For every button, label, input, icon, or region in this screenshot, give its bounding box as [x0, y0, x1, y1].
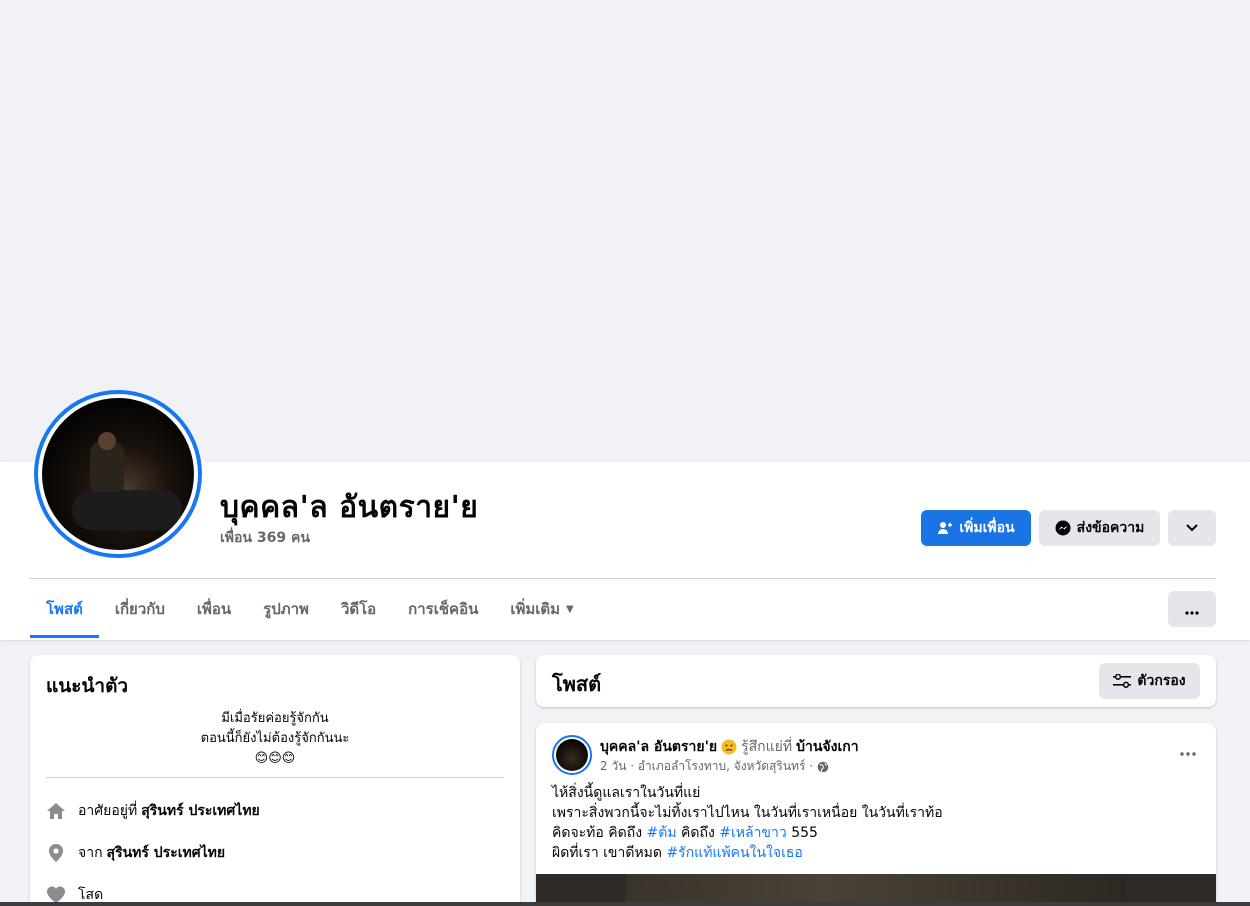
tab-photos[interactable]: รูปภาพ	[247, 580, 325, 638]
more-dots-icon	[1180, 741, 1196, 760]
add-friend-button[interactable]: เพิ่มเพื่อน	[921, 510, 1031, 546]
post-feeling: รู้สึกแย่ที่	[741, 739, 793, 755]
posts-title: โพสต์	[552, 672, 602, 696]
post-author-name[interactable]: บุคคล'ล อันตราย'ย	[600, 736, 717, 758]
more-dots-icon	[1185, 600, 1199, 619]
post-options-button[interactable]	[1180, 741, 1196, 760]
tab-friends[interactable]: เพื่อน	[181, 580, 247, 638]
messenger-icon	[1055, 520, 1071, 536]
send-message-button[interactable]: ส่งข้อความ	[1039, 510, 1160, 546]
header-divider	[30, 578, 1216, 579]
profile-name: บุคคล'ล อันตราย'ย	[220, 490, 479, 525]
post-meta: 2 วัน · อำเภอลำโรงทาบ, จังหวัดสุรินทร์ ·	[600, 757, 829, 776]
post-author-avatar[interactable]	[552, 735, 592, 775]
post-text: ไห้สิ่งนี้ดูแลเราในวันที่แย่ เพราะสิ่งพว…	[552, 785, 943, 861]
hashtag-link[interactable]: #เหล้าขาว	[719, 825, 786, 841]
profile-avatar[interactable]	[34, 390, 202, 558]
intro-title: แนะนำตัว	[46, 675, 129, 697]
avatar-photo	[42, 398, 194, 550]
sad-face-icon	[721, 739, 737, 755]
hashtag-link[interactable]: #รักแท้แพ้คนในใจเธอ	[666, 845, 802, 861]
profile-tabs: โพสต์ เกี่ยวกับ เพื่อน รูปภาพ วิดีโอ การ…	[30, 580, 590, 638]
chevron-down-icon	[1186, 520, 1198, 536]
intro-card: แนะนำตัว มีเมื่อรัยค่อยรู้จักกัน ตอนนี้ก…	[30, 655, 520, 906]
tab-about[interactable]: เกี่ยวกับ	[99, 580, 181, 638]
tab-checkins[interactable]: การเช็คอิน	[392, 580, 494, 638]
intro-divider	[46, 777, 504, 778]
caret-down-icon: ▼	[566, 603, 574, 615]
filter-button[interactable]: ตัวกรอง	[1099, 663, 1200, 699]
globe-icon	[817, 761, 829, 773]
bottom-edge	[0, 902, 1250, 906]
post-card: บุคคล'ล อันตราย'ย รู้สึกแย่ที่ บ้านจังเก…	[536, 723, 1216, 906]
bio: มีเมื่อรัยค่อยรู้จักกัน ตอนนี้ก็ยังไม่ต้…	[200, 711, 350, 766]
posts-header-card: โพสต์ ตัวกรอง	[536, 655, 1216, 707]
location-pin-icon	[46, 843, 66, 863]
friends-count[interactable]: เพื่อน 369 คน	[220, 527, 310, 549]
filter-sliders-icon	[1113, 674, 1132, 688]
cover-photo[interactable]	[0, 4, 1250, 462]
add-friend-icon	[937, 520, 953, 536]
tabs-more-button[interactable]	[1168, 591, 1216, 627]
cover-area	[0, 0, 1250, 462]
from-row: จาก สุรินทร์ ประเทศไทย	[46, 842, 225, 864]
lives-in-link[interactable]: สุรินทร์ ประเทศไทย	[141, 800, 260, 822]
from-link[interactable]: สุรินทร์ ประเทศไทย	[107, 842, 226, 864]
home-icon	[46, 801, 66, 821]
profile-options-button[interactable]	[1168, 510, 1216, 546]
tab-posts[interactable]: โพสต์	[30, 580, 99, 638]
tab-more[interactable]: เพิ่มเติม ▼	[494, 580, 589, 638]
lives-in-row: อาศัยอยู่ที่ สุรินทร์ ประเทศไทย	[46, 800, 260, 822]
hashtag-link[interactable]: #ต้ม	[647, 825, 677, 841]
post-place[interactable]: บ้านจังเกา	[796, 736, 858, 758]
post-author-line: บุคคล'ล อันตราย'ย รู้สึกแย่ที่ บ้านจังเก…	[600, 736, 859, 758]
tab-videos[interactable]: วิดีโอ	[325, 580, 392, 638]
